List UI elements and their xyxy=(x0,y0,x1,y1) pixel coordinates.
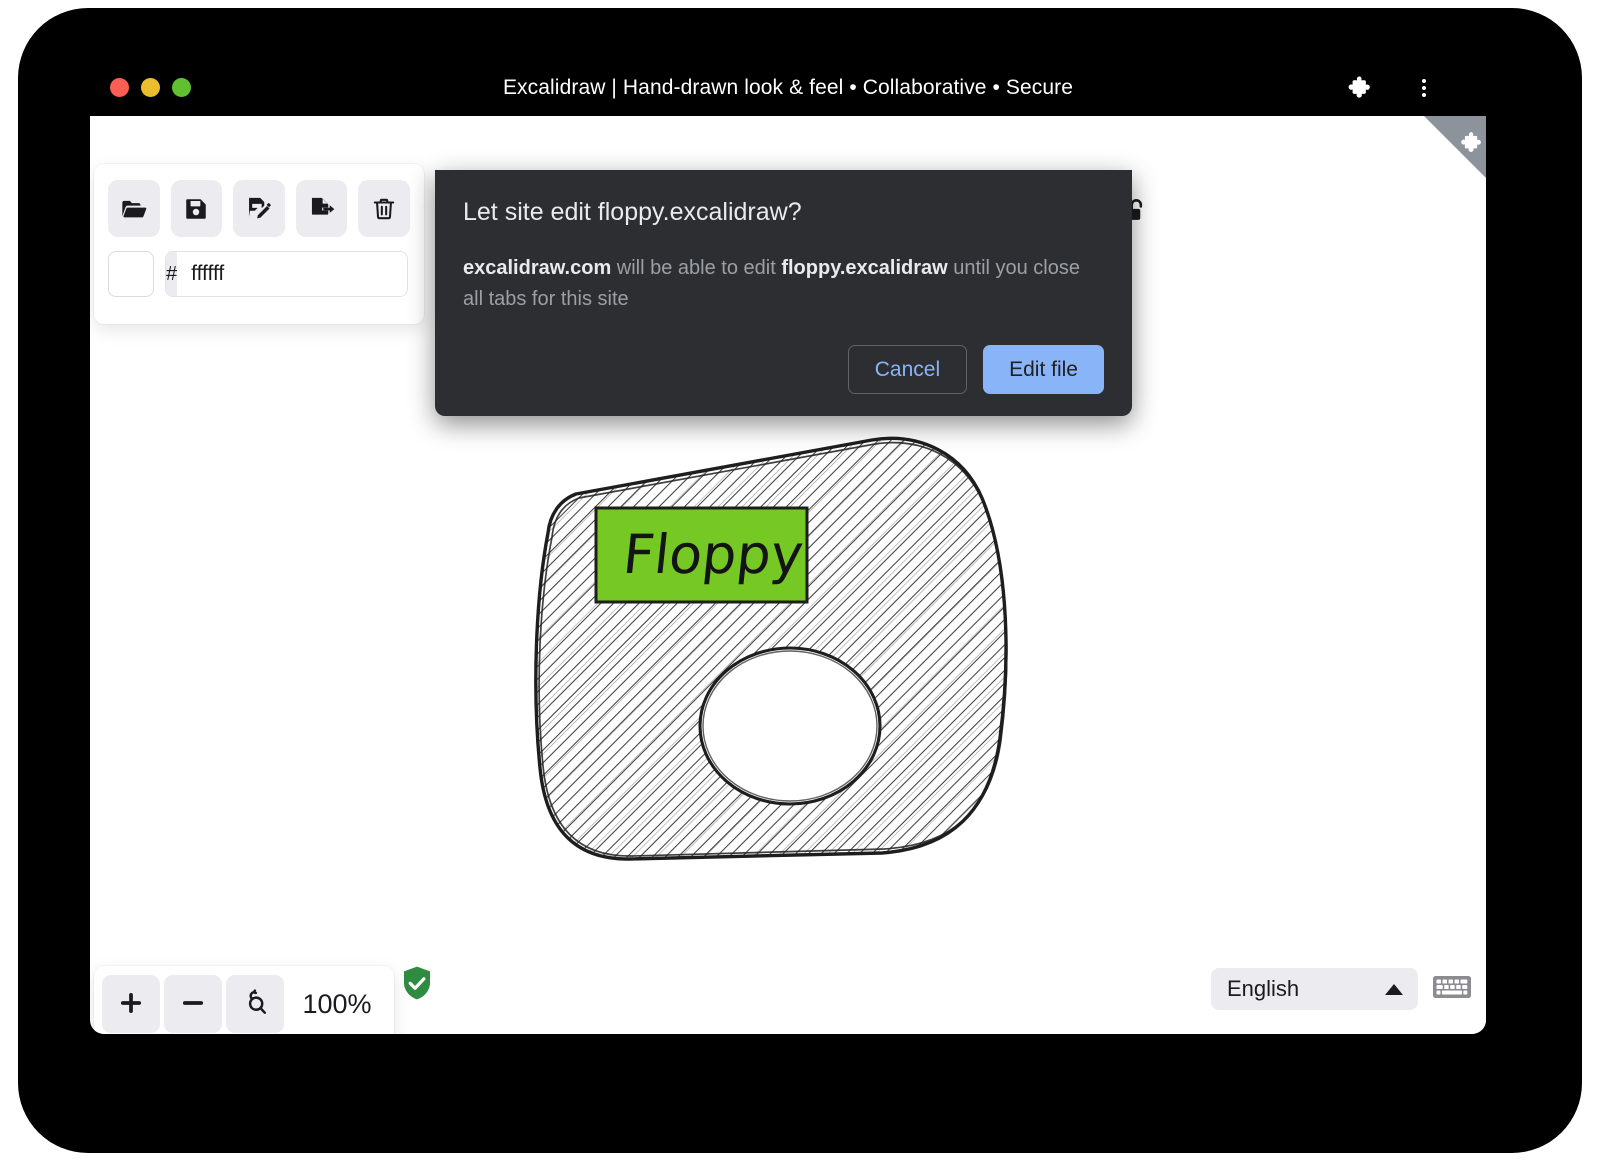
browser-titlebar: Excalidraw | Hand-drawn look & feel • Co… xyxy=(90,60,1486,116)
dialog-origin: excalidraw.com xyxy=(463,257,611,279)
hex-color-input-group: # xyxy=(165,251,408,297)
dialog-text-1: will be able to edit xyxy=(611,257,781,279)
window-title: Excalidraw | Hand-drawn look & feel • Co… xyxy=(90,60,1486,116)
browser-window: Excalidraw | Hand-drawn look & feel • Co… xyxy=(90,60,1486,1034)
dialog-body: excalidraw.com will be able to edit flop… xyxy=(463,253,1104,315)
trash-icon xyxy=(371,196,397,222)
menu-dot xyxy=(1422,79,1426,83)
minus-icon xyxy=(179,989,207,1020)
dialog-title: Let site edit floppy.excalidraw? xyxy=(463,198,1104,227)
magnifier-reset-icon xyxy=(241,989,269,1020)
puzzle-piece-icon xyxy=(1456,130,1482,161)
toolbar-button-row xyxy=(108,180,410,237)
background-color-row: # xyxy=(108,251,410,297)
save-as-button[interactable] xyxy=(233,180,285,237)
svg-text:Floppy: Floppy xyxy=(620,523,806,586)
menu-dot xyxy=(1422,86,1426,90)
dialog-action-row: Cancel Edit file xyxy=(463,345,1104,394)
footer-right-island: English xyxy=(1191,958,1486,1034)
zoom-in-button[interactable] xyxy=(102,975,160,1033)
keyboard-icon[interactable] xyxy=(1432,973,1472,1006)
floppy-hub xyxy=(700,648,880,804)
floppy-disk-pencil-icon xyxy=(245,195,272,222)
cancel-button[interactable]: Cancel xyxy=(848,345,967,394)
floppy-disk-icon xyxy=(183,196,209,222)
shield-check-icon[interactable] xyxy=(400,965,434,1006)
hex-color-input[interactable] xyxy=(177,252,408,296)
menu-dot xyxy=(1422,93,1426,97)
zoom-level-label[interactable]: 100% xyxy=(288,989,386,1020)
plus-icon xyxy=(117,989,145,1020)
export-file-button[interactable] xyxy=(296,180,348,237)
page-viewport: # xyxy=(90,116,1486,1034)
zoom-out-button[interactable] xyxy=(164,975,222,1033)
language-select-label: English xyxy=(1227,976,1299,1002)
language-select[interactable]: English xyxy=(1211,968,1418,1010)
puzzle-piece-icon[interactable] xyxy=(1343,74,1371,102)
save-file-button[interactable] xyxy=(171,180,223,237)
zoom-controls-island: 100% xyxy=(94,966,394,1034)
edit-file-button[interactable]: Edit file xyxy=(983,345,1104,394)
corner-triangle xyxy=(1424,116,1486,178)
dialog-filename: floppy.excalidraw xyxy=(781,257,947,279)
floppy-body xyxy=(520,416,1060,886)
excalidraw-toolbar-island: # xyxy=(94,164,424,324)
floppy-label: Floppy xyxy=(596,508,807,602)
reset-canvas-button[interactable] xyxy=(358,180,410,237)
open-file-button[interactable] xyxy=(108,180,160,237)
reset-zoom-button[interactable] xyxy=(226,975,284,1033)
color-swatch-button[interactable] xyxy=(108,251,154,297)
extension-corner-badge xyxy=(1424,116,1486,178)
file-export-arrow-icon xyxy=(308,195,335,222)
three-dot-menu-icon[interactable] xyxy=(1410,74,1438,102)
hash-prefix-label: # xyxy=(166,252,177,296)
hand-drawn-floppy-disk: Floppy xyxy=(520,416,1060,886)
file-permission-dialog: Let site edit floppy.excalidraw? excalid… xyxy=(435,170,1132,416)
chevron-up-icon xyxy=(1385,984,1403,995)
folder-open-icon xyxy=(120,195,148,223)
